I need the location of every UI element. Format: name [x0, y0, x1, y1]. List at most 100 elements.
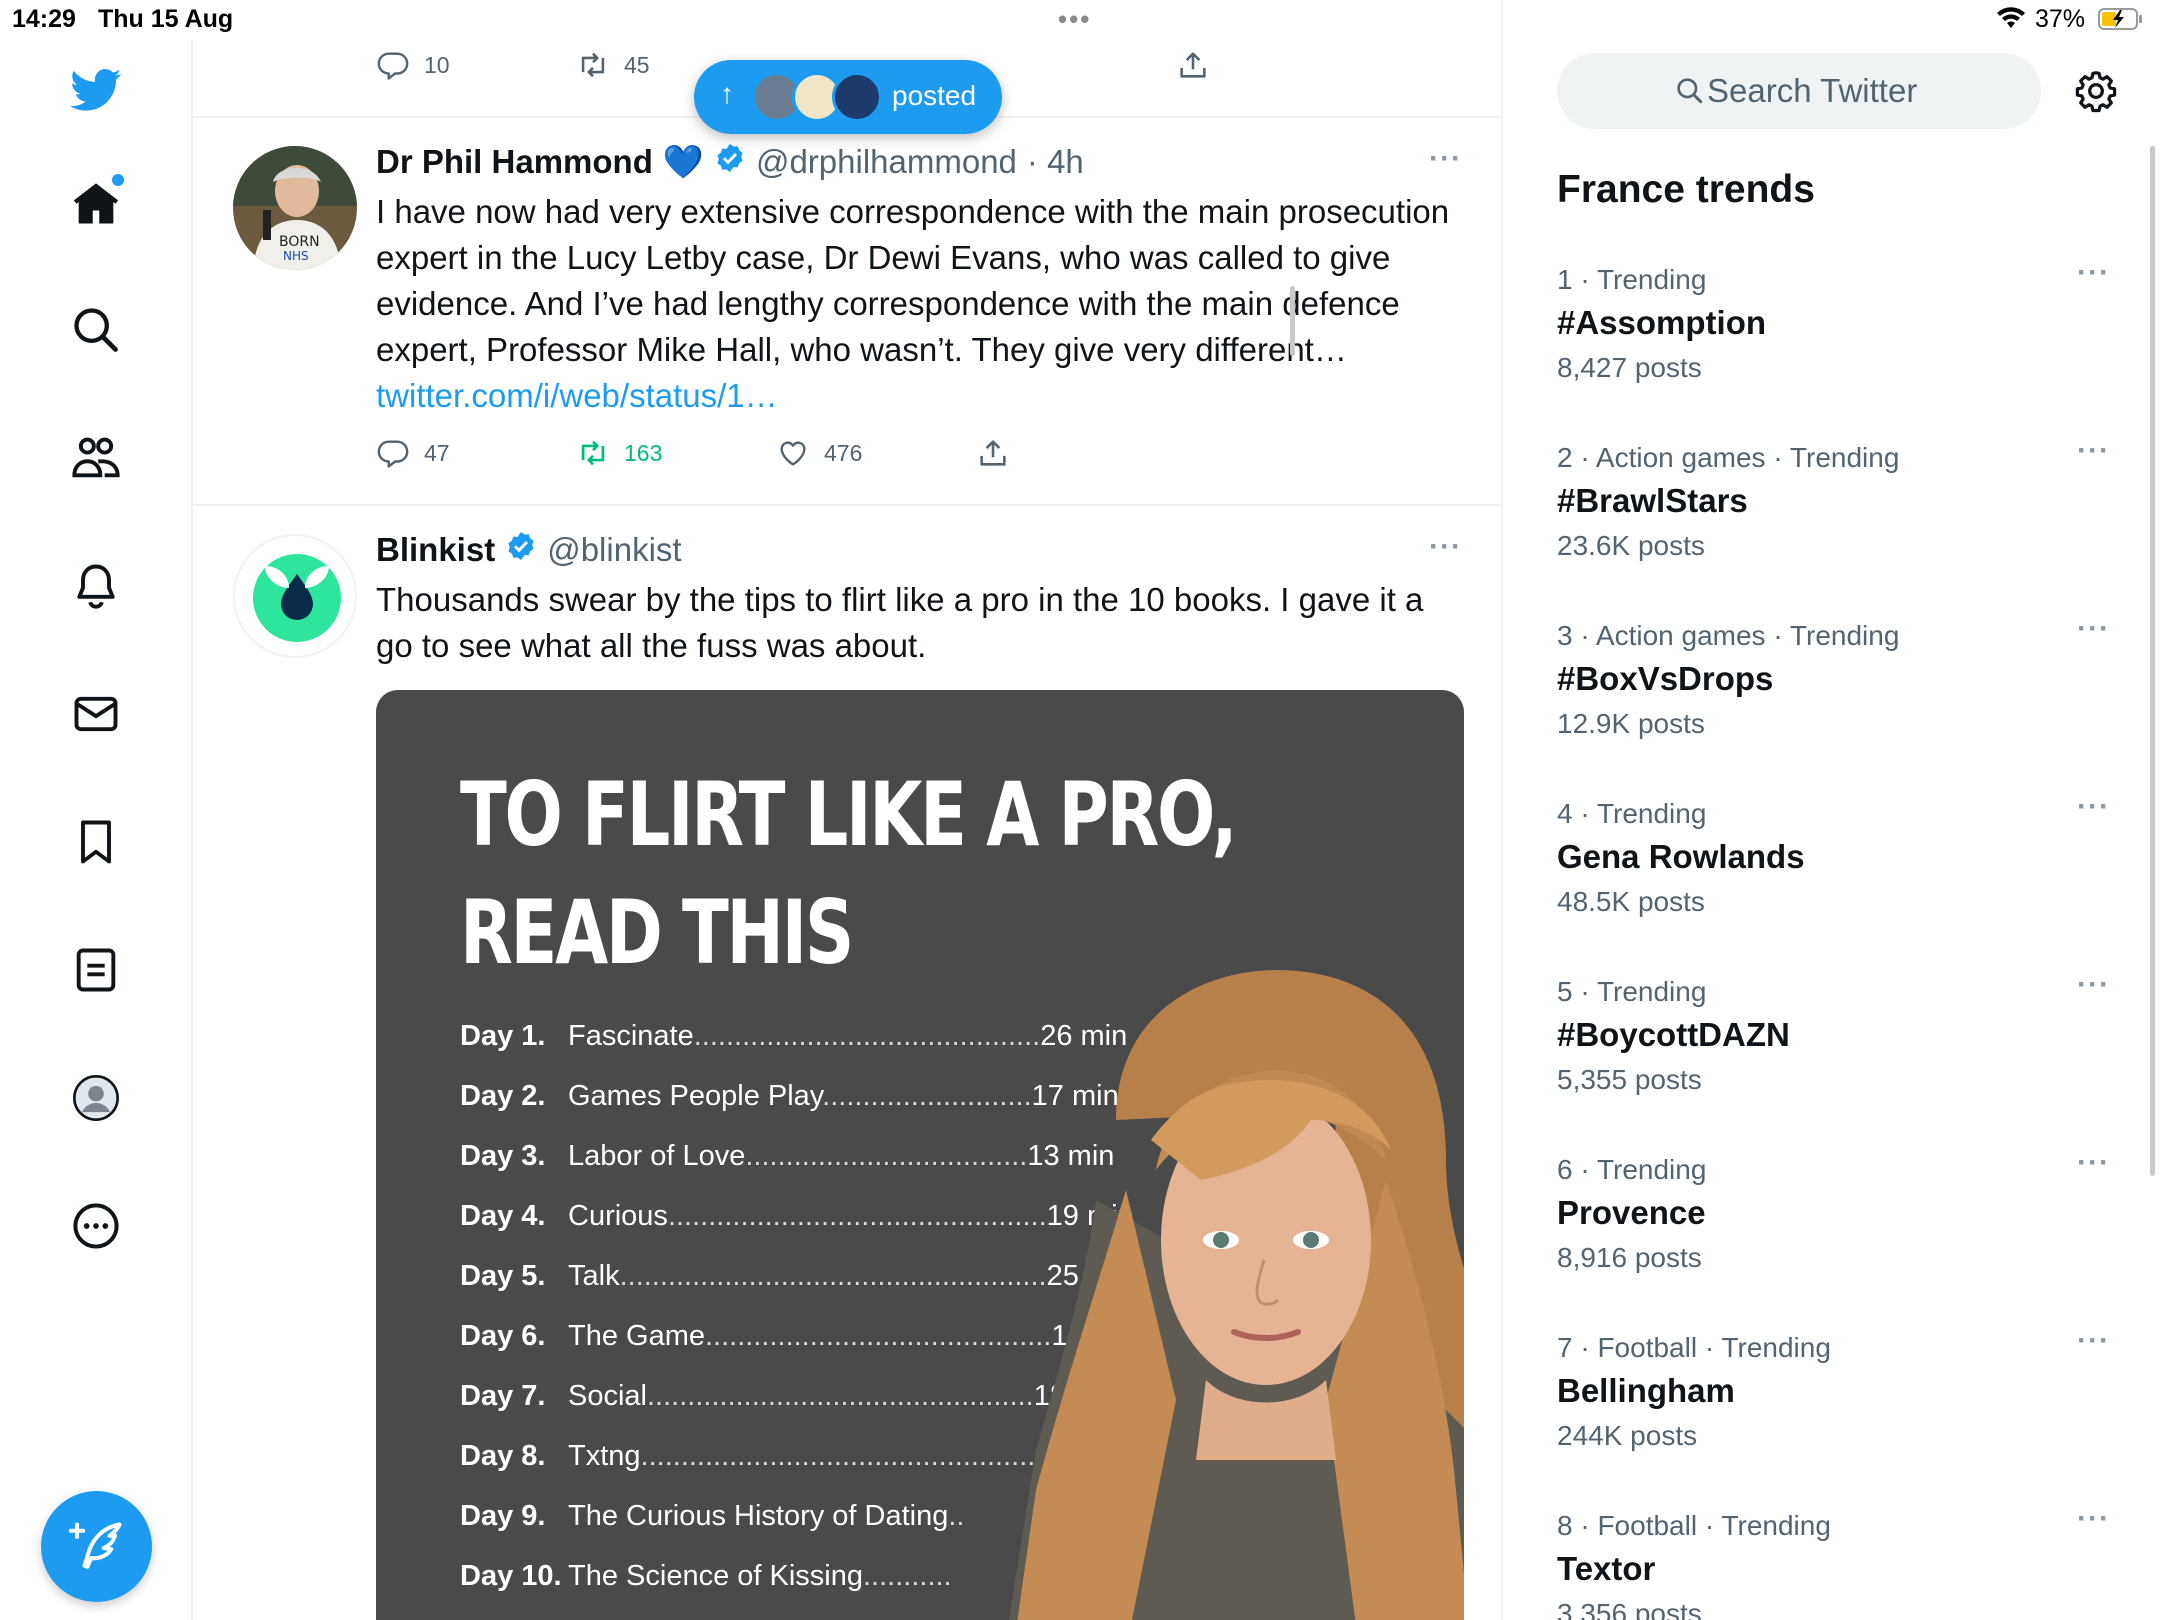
- notifications-icon[interactable]: [70, 560, 122, 612]
- trend-name: #BoycottDAZN: [1557, 1016, 1790, 1053]
- avatar[interactable]: BORN NHS: [233, 146, 357, 270]
- trend-more-icon[interactable]: ···: [2077, 1146, 2110, 1180]
- trend-posts: 12.9K posts: [1557, 708, 1705, 739]
- book-list-row: Day 8. Txtng.............................…: [460, 1440, 1051, 1473]
- book-day-label: Day 3.: [460, 1140, 546, 1172]
- trend-name: Gena Rowlands: [1557, 838, 1805, 875]
- reply-icon: [377, 440, 409, 468]
- reply-count: 47: [424, 439, 450, 466]
- trend-meta: 1 · Trending: [1557, 264, 1707, 295]
- more-icon[interactable]: [70, 1200, 122, 1252]
- trend-posts: 3,356 posts: [1557, 1598, 1702, 1620]
- trend-name: Bellingham: [1557, 1372, 1735, 1409]
- tweet-text: I have now had very extensive correspond…: [376, 189, 1466, 419]
- communities-icon[interactable]: [70, 432, 122, 484]
- home-unread-dot: [112, 174, 124, 186]
- lists-icon[interactable]: [70, 944, 122, 996]
- tweet-more-icon[interactable]: ···: [1429, 530, 1462, 564]
- author-handle[interactable]: @blinkist: [547, 531, 681, 569]
- trend-name: #BoxVsDrops: [1557, 660, 1774, 697]
- trend-item[interactable]: 7 · Football · Trending Bellingham 244K …: [1557, 1324, 2117, 1452]
- book-title: Social: [568, 1380, 647, 1412]
- multitask-dots-icon[interactable]: •••: [1058, 4, 1091, 35]
- new-posts-pill[interactable]: ↑ posted: [694, 60, 1002, 134]
- avatar: [832, 72, 882, 122]
- retweet-count: 163: [624, 439, 663, 466]
- share-button[interactable]: [1176, 48, 1210, 82]
- trend-posts: 23.6K posts: [1557, 530, 1705, 561]
- retweet-button[interactable]: 45: [576, 48, 650, 82]
- book-day-label: Day 9.: [460, 1500, 546, 1532]
- timeline-scrollbar[interactable]: [1290, 286, 1295, 356]
- trend-item[interactable]: 5 · Trending #BoycottDAZN 5,355 posts ··…: [1557, 968, 2117, 1096]
- trend-name: Textor: [1557, 1550, 1656, 1587]
- book-day-label: Day 5.: [460, 1260, 546, 1292]
- reply-button[interactable]: 47: [376, 436, 450, 470]
- gear-icon[interactable]: [2073, 68, 2119, 119]
- status-date: Thu 15 Aug: [98, 5, 234, 33]
- book-day-label: Day 6.: [460, 1320, 546, 1352]
- trend-item[interactable]: 3 · Action games · Trending #BoxVsDrops …: [1557, 612, 2117, 740]
- battery-charging-icon: [2098, 7, 2144, 36]
- trend-more-icon[interactable]: ···: [2077, 790, 2110, 824]
- trend-meta: 5 · Trending: [1557, 976, 1707, 1007]
- share-button[interactable]: [976, 436, 1010, 470]
- author-name[interactable]: Blinkist: [376, 531, 495, 569]
- trend-item[interactable]: 6 · Trending Provence 8,916 posts ···: [1557, 1146, 2117, 1274]
- trends-title: France trends: [1557, 168, 1815, 211]
- author-handle[interactable]: @drphilhammond: [756, 143, 1017, 181]
- book-title: Txtng: [568, 1440, 641, 1472]
- leader-dots: ...........: [862, 1560, 952, 1592]
- compose-button[interactable]: [41, 1491, 152, 1602]
- svg-text:NHS: NHS: [283, 249, 309, 263]
- trend-name: #Assomption: [1557, 304, 1767, 341]
- book-day-label: Day 7.: [460, 1380, 546, 1412]
- messages-icon[interactable]: [70, 688, 122, 740]
- like-button[interactable]: 476: [776, 436, 862, 470]
- twitter-logo-icon[interactable]: [70, 64, 122, 116]
- search-input[interactable]: Search Twitter: [1557, 53, 2041, 129]
- tweet-more-icon[interactable]: ···: [1429, 142, 1462, 176]
- status-time: 14:29: [12, 5, 76, 33]
- trend-more-icon[interactable]: ···: [2077, 612, 2110, 646]
- book-title: Curious: [568, 1200, 668, 1232]
- avatar[interactable]: [233, 534, 357, 658]
- timeline[interactable]: 10 45 ↑ posted BORN NHS Dr Phil Hammond …: [193, 0, 1503, 1620]
- book-list-row: Day 10. The Science of Kissing...........: [460, 1560, 952, 1593]
- trend-item[interactable]: 8 · Football · Trending Textor 3,356 pos…: [1557, 1502, 2117, 1620]
- trend-posts: 8,427 posts: [1557, 352, 1702, 383]
- reply-icon: [377, 52, 409, 80]
- retweet-button[interactable]: 163: [576, 436, 662, 470]
- trend-more-icon[interactable]: ···: [2077, 968, 2110, 1002]
- author-name[interactable]: Dr Phil Hammond: [376, 143, 653, 181]
- bookmarks-icon[interactable]: [70, 816, 122, 868]
- trend-item[interactable]: 2 · Action games · Trending #BrawlStars …: [1557, 434, 2117, 562]
- svg-text:BORN: BORN: [279, 234, 320, 250]
- tweet-header: Dr Phil Hammond 💙 @drphilhammond · 4h: [376, 142, 1084, 182]
- trend-more-icon[interactable]: ···: [2077, 434, 2110, 468]
- book-day-label: Day 2.: [460, 1080, 546, 1112]
- search-icon[interactable]: [70, 304, 122, 356]
- trend-more-icon[interactable]: ···: [2077, 256, 2110, 290]
- tweet-time[interactable]: · 4h: [1027, 143, 1084, 181]
- arrow-up-icon: ↑: [720, 78, 734, 109]
- trend-more-icon[interactable]: ···: [2077, 1324, 2110, 1358]
- book-day-label: Day 1.: [460, 1020, 546, 1052]
- trend-more-icon[interactable]: ···: [2077, 1502, 2110, 1536]
- trend-name: Provence: [1557, 1194, 1706, 1231]
- trend-item[interactable]: 4 · Trending Gena Rowlands 48.5K posts ·…: [1557, 790, 2117, 918]
- tweet-link[interactable]: twitter.com/i/web/status/1…: [376, 377, 778, 414]
- trend-meta: 2 · Action games · Trending: [1557, 442, 1900, 473]
- tweet-media-image[interactable]: TO FLIRT LIKE A PRO, READ THIS Day 1. Fas…: [376, 690, 1464, 1620]
- tweet-header: Blinkist @blinkist: [376, 530, 682, 570]
- trend-item[interactable]: 1 · Trending #Assomption 8,427 posts ···: [1557, 256, 2117, 384]
- search-placeholder: Search Twitter: [1707, 72, 1918, 109]
- reply-button[interactable]: 10: [376, 48, 450, 82]
- home-icon[interactable]: [70, 178, 122, 230]
- blue-heart-emoji: 💙: [662, 142, 704, 180]
- retweet-count: 45: [624, 51, 650, 78]
- profile-icon[interactable]: [70, 1072, 122, 1124]
- trend-meta: 4 · Trending: [1557, 798, 1707, 829]
- sidebar-scrollbar[interactable]: [2150, 146, 2155, 1176]
- trend-posts: 5,355 posts: [1557, 1064, 1702, 1095]
